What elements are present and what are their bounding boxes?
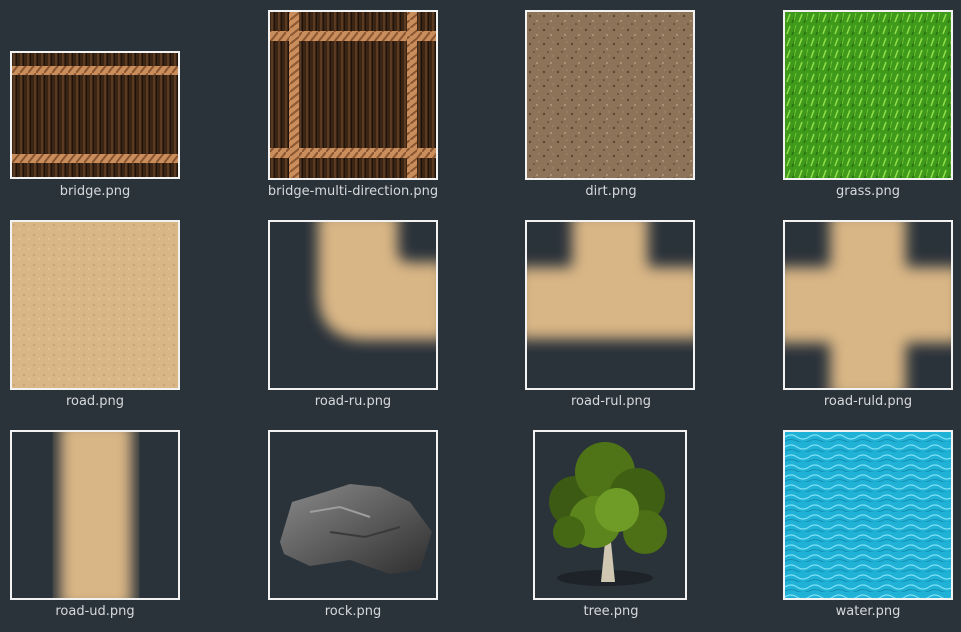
dirt-thumbnail[interactable] (525, 10, 695, 180)
file-name: road-ruld.png (823, 394, 913, 409)
road-ud-thumbnail[interactable] (10, 430, 180, 600)
grass-thumbnail[interactable] (783, 10, 953, 180)
file-name: bridge.png (59, 184, 131, 199)
road-ru-thumbnail[interactable] (268, 220, 438, 390)
road-ruld-thumbnail[interactable] (783, 220, 953, 390)
file-name: dirt.png (585, 184, 637, 199)
rock-thumbnail[interactable] (268, 430, 438, 600)
file-name: tree.png (583, 604, 639, 619)
file-name: water.png (835, 604, 901, 619)
file-name: road-ru.png (314, 394, 392, 409)
file-name: road-rul.png (571, 394, 651, 409)
file-name: grass.png (836, 184, 900, 199)
file-name: road.png (65, 394, 125, 409)
road-rul-thumbnail[interactable] (525, 220, 695, 390)
tree-thumbnail[interactable] (533, 430, 687, 600)
file-name: road-ud.png (55, 604, 135, 619)
file-name: bridge-multi-direction.png (267, 184, 439, 199)
road-thumbnail[interactable] (10, 220, 180, 390)
file-name: rock.png (324, 604, 382, 619)
bridge-multi-direction-thumbnail[interactable] (268, 10, 438, 180)
bridge-thumbnail[interactable] (10, 51, 180, 179)
water-thumbnail[interactable] (783, 430, 953, 600)
